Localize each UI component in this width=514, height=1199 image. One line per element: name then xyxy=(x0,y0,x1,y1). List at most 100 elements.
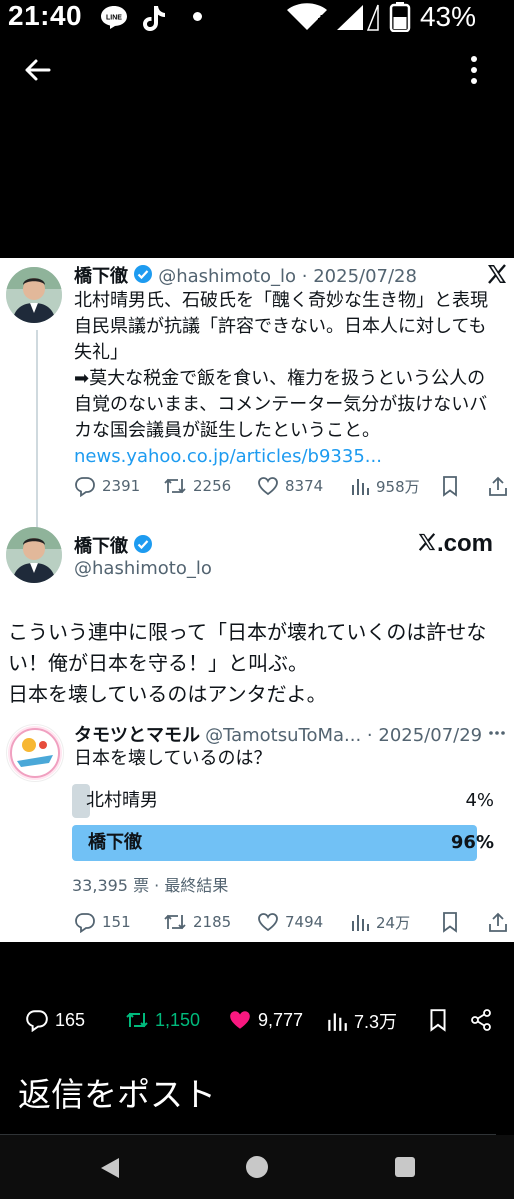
author-name: 橋下徹 xyxy=(74,266,128,287)
x-logo-icon xyxy=(486,263,508,289)
svg-text:LINE: LINE xyxy=(106,15,122,22)
avatar xyxy=(6,724,64,782)
views-action[interactable]: 24万 xyxy=(350,911,410,933)
nav-back-button[interactable] xyxy=(99,1156,121,1184)
like-count: 9,777 xyxy=(258,1009,304,1030)
poll-option-percent: 4% xyxy=(465,790,494,811)
handle-date: @hashimoto_lo · 2025/07/28 xyxy=(158,266,417,287)
quoted-tweet-header: 橋下徹 @hashimoto_lo · 2025/07/28 xyxy=(74,262,417,288)
analytics-icon xyxy=(328,1013,347,1031)
author-name: 橋下徹 xyxy=(74,536,128,557)
text-line: 北村晴男氏、石破氏を「醜く奇妙な生き物」と表現 xyxy=(74,290,488,311)
bookmark-icon xyxy=(430,1009,446,1032)
cell-signal-2-icon xyxy=(366,3,380,35)
x-com-brand: .com xyxy=(417,530,493,558)
repost-icon xyxy=(164,478,186,494)
views-action[interactable]: 7.3万 xyxy=(326,1008,397,1034)
text-line: カな国会議員が誕生したということ。 xyxy=(74,420,380,441)
like-count: 8374 xyxy=(285,477,324,495)
reply-compose-prompt[interactable]: 返信をポスト xyxy=(18,1068,216,1116)
reply-icon xyxy=(75,913,95,933)
poll-option-label: 橋下徹 xyxy=(88,832,142,853)
vertical-dots-icon xyxy=(471,56,477,84)
more-options-button[interactable] xyxy=(464,54,484,90)
x-logo-icon xyxy=(418,533,436,551)
repost-count: 1,150 xyxy=(155,1009,201,1030)
share-nodes-icon xyxy=(471,1009,491,1031)
brand-text: .com xyxy=(437,530,494,557)
cell-signal-icon xyxy=(335,3,365,35)
tweet-screenshot-card: 橋下徹 @hashimoto_lo · 2025/07/28 北村晴男氏、石破氏… xyxy=(0,258,514,942)
like-action[interactable]: 7494 xyxy=(257,911,323,933)
like-action[interactable]: 9,777 xyxy=(228,1008,303,1032)
reply-action[interactable]: 151 xyxy=(74,911,131,933)
heart-filled-icon xyxy=(230,1011,250,1029)
bookmark-icon xyxy=(443,476,457,497)
poll-option-label: 北村晴男 xyxy=(86,790,158,811)
text-line: ➡莫大な税金で飯を食い、権力を扱うという公人の xyxy=(74,368,486,389)
poll-question: 日本を壊しているのは？ xyxy=(74,748,272,769)
reply-count: 2391 xyxy=(102,477,141,495)
repost-action[interactable]: 2256 xyxy=(163,475,231,497)
text-line: 失礼」 xyxy=(74,342,128,363)
text-line: 自覚のないまま、コメンテーター気分が抜けないバ xyxy=(74,394,488,415)
heart-icon xyxy=(258,913,278,932)
share-icon xyxy=(489,476,507,496)
repost-count: 2185 xyxy=(193,913,232,931)
bookmark-button[interactable] xyxy=(427,1008,449,1032)
reply-count: 165 xyxy=(55,1009,86,1030)
battery-percent: 43% xyxy=(419,1,476,32)
battery-icon xyxy=(389,2,411,36)
share-icon xyxy=(489,912,507,932)
main-tweet-header: 橋下徹 xyxy=(74,532,153,558)
verified-badge-icon xyxy=(133,534,153,558)
reply-action[interactable]: 2391 xyxy=(74,475,140,497)
avatar xyxy=(6,527,62,583)
repost-icon xyxy=(126,1012,148,1028)
views-action[interactable]: 958万 xyxy=(350,475,420,497)
like-action[interactable]: 8374 xyxy=(257,475,323,497)
verified-badge-icon xyxy=(133,264,153,288)
main-tweet-text: こういう連中に限って「日本が壊れていくのは許せな い！俺が日本を守る！」と叫ぶ。… xyxy=(8,617,508,710)
analytics-icon xyxy=(352,479,369,495)
text-line: こういう連中に限って「日本が壊れていくのは許せな xyxy=(8,620,487,644)
nav-home-button[interactable] xyxy=(246,1156,268,1178)
repost-count: 2256 xyxy=(193,477,232,495)
repost-action[interactable]: 2185 xyxy=(163,911,231,933)
line-app-icon: LINE xyxy=(100,4,128,34)
analytics-icon xyxy=(352,915,369,931)
status-time: 21:40 xyxy=(8,0,83,31)
tiktok-icon xyxy=(141,4,167,36)
reply-action[interactable]: 165 xyxy=(25,1008,85,1032)
nav-recents-button[interactable] xyxy=(395,1157,415,1177)
share-button[interactable] xyxy=(487,475,509,497)
reply-icon xyxy=(75,477,95,497)
share-button[interactable] xyxy=(469,1008,493,1032)
text-line: 日本を壊しているのはアンタだよ。 xyxy=(8,682,327,706)
back-button[interactable] xyxy=(22,54,54,90)
poll-option: 北村晴男 4% xyxy=(72,784,494,818)
handle-date: @TamotsuToMa... · 2025/07/29 xyxy=(205,725,483,746)
article-link[interactable]: news.yahoo.co.jp/articles/b9335... xyxy=(74,444,510,470)
bookmark-button[interactable] xyxy=(440,475,460,497)
bookmark-icon xyxy=(443,912,457,933)
share-button[interactable] xyxy=(487,911,509,933)
repost-action[interactable]: 1,150 xyxy=(125,1008,200,1032)
poll-option-percent: 96% xyxy=(450,832,494,853)
reply-count: 151 xyxy=(102,913,131,931)
text-line: い！俺が日本を守る！」と叫ぶ。 xyxy=(8,651,308,675)
view-count: 958万 xyxy=(376,477,420,496)
text-line: 自民県議が抗議「許容できない。日本人に対しても xyxy=(74,316,487,337)
back-arrow-icon xyxy=(25,59,51,81)
notification-dot-icon xyxy=(193,12,202,21)
poll-footer: 33,395 票 · 最終結果 xyxy=(72,876,229,895)
author-name: タモツとマモル xyxy=(74,725,200,746)
poll-option-winner: 橋下徹 96% xyxy=(72,825,494,861)
bookmark-button[interactable] xyxy=(440,911,460,933)
handle: @hashimoto_lo xyxy=(74,558,212,579)
view-count: 7.3万 xyxy=(354,1012,398,1032)
more-icon[interactable] xyxy=(487,724,507,743)
wifi-icon xyxy=(286,3,328,35)
repost-icon xyxy=(164,914,186,930)
avatar xyxy=(6,267,62,323)
